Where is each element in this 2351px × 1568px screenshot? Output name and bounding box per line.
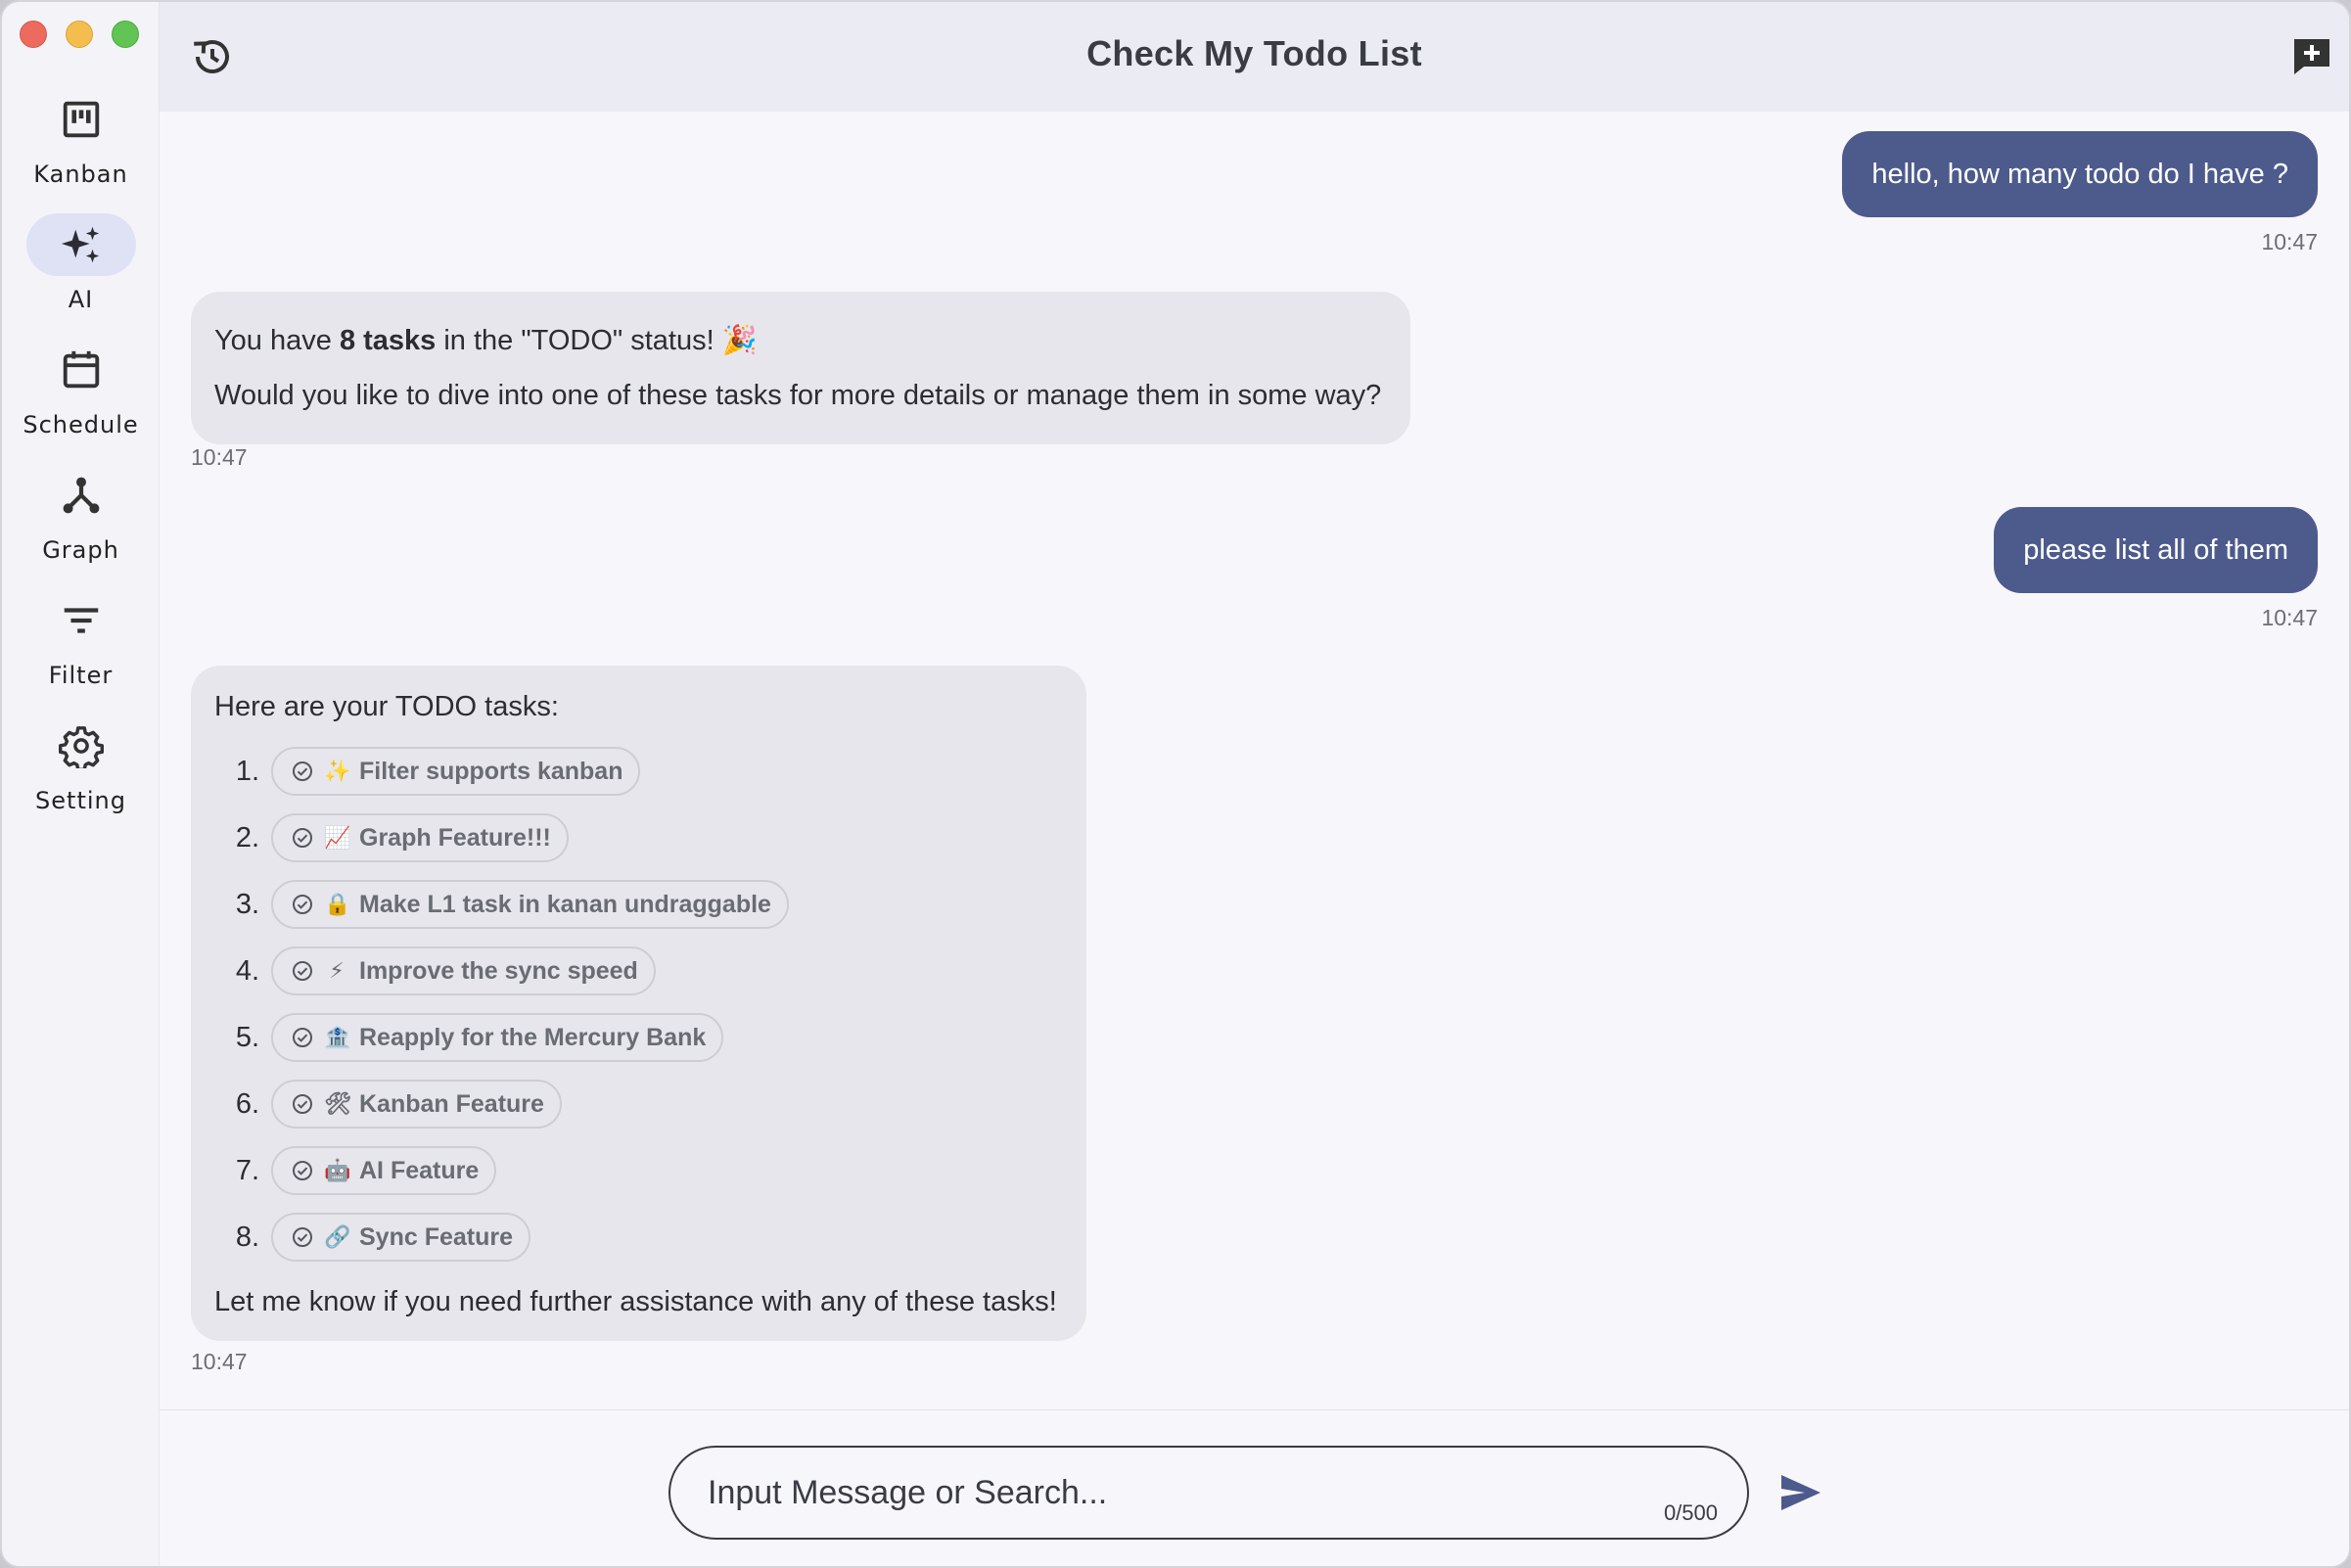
ai-text: in the "TODO" status! 🎉: [436, 325, 758, 356]
ai-bold-text: 8 tasks: [339, 325, 437, 356]
check-circle-icon: [293, 761, 312, 781]
composer: 0/500: [160, 1409, 2349, 1566]
ai-message-intro: Here are your TODO tasks:: [214, 691, 559, 722]
check-circle-icon: [293, 895, 312, 914]
chat-thread: hello, how many todo do I have ? 10:47 Y…: [160, 112, 2349, 1409]
task-chip[interactable]: 🏦 Reapply for the Mercury Bank: [271, 1013, 724, 1062]
task-label: Filter supports kanban: [359, 757, 623, 785]
task-emoji: 📈: [324, 825, 351, 851]
minimize-window-button[interactable]: [66, 21, 93, 48]
task-chip[interactable]: 🤖 AI Feature: [271, 1146, 497, 1195]
task-chip[interactable]: 🔒 Make L1 task in kanan undraggable: [271, 880, 789, 929]
task-emoji: 🛠: [324, 1091, 351, 1117]
task-label: Sync Feature: [359, 1222, 514, 1251]
task-label: Make L1 task in kanan undraggable: [359, 890, 771, 918]
sidebar-item-label: Schedule: [23, 411, 139, 438]
sidebar-item-label: Kanban: [33, 161, 128, 188]
message-timestamp: 10:47: [2261, 229, 2318, 254]
task-list-item: 8. 🔗 Sync Feature: [214, 1204, 1057, 1270]
app-window: Kanban AI Schedule Graph Filter Setting …: [0, 0, 2351, 1568]
task-list: 1. ✨ Filter supports kanban 2. 📈 Graph Featur…: [214, 738, 1057, 1270]
task-emoji: 🔗: [324, 1224, 351, 1250]
close-window-button[interactable]: [20, 21, 47, 48]
new-chat-icon[interactable]: [2288, 33, 2335, 80]
sidebar-item-filter[interactable]: Filter: [2, 589, 160, 715]
ai-message-line: You have 8 tasks in the "TODO" status! 🎉: [214, 313, 1381, 368]
task-chip[interactable]: 🔗 Sync Feature: [271, 1213, 531, 1262]
ai-message-outro: Let me know if you need further assistan…: [214, 1286, 1057, 1317]
task-chip[interactable]: ⚡ Improve the sync speed: [271, 946, 656, 995]
calendar-icon: [26, 339, 136, 401]
sidebar-nav: Kanban AI Schedule Graph Filter Setting: [2, 88, 160, 840]
filter-icon: [26, 589, 136, 652]
sidebar-item-schedule[interactable]: Schedule: [2, 339, 160, 464]
sidebar-item-graph[interactable]: Graph: [2, 464, 160, 589]
task-list-item: 1. ✨ Filter supports kanban: [214, 738, 1057, 805]
task-number: 3.: [235, 888, 259, 920]
ai-text: You have: [214, 325, 340, 356]
send-icon[interactable]: [1776, 1469, 1825, 1516]
task-number: 7.: [235, 1154, 259, 1186]
task-emoji: ⚡: [329, 958, 345, 984]
maximize-window-button[interactable]: [112, 21, 139, 48]
task-chip[interactable]: ✨ Filter supports kanban: [271, 747, 641, 796]
check-circle-icon: [293, 1094, 312, 1114]
sidebar-item-ai[interactable]: AI: [2, 213, 160, 339]
task-number: 8.: [235, 1221, 259, 1253]
task-label: Improve the sync speed: [359, 956, 638, 985]
sidebar-item-label: Graph: [42, 536, 119, 564]
check-circle-icon: [293, 1227, 312, 1247]
char-counter: 0/500: [1663, 1500, 1718, 1525]
window-controls: [20, 21, 139, 48]
task-number: 4.: [235, 954, 259, 987]
sidebar-item-label: Filter: [48, 662, 114, 689]
chat-header: Check My Todo List: [160, 2, 2349, 112]
task-label: Kanban Feature: [359, 1089, 544, 1118]
task-emoji: ✨: [324, 759, 351, 784]
task-emoji: 🔒: [324, 892, 351, 917]
task-chip[interactable]: 🛠 Kanban Feature: [271, 1080, 562, 1129]
sidebar-item-kanban[interactable]: Kanban: [2, 88, 160, 213]
task-number: 6.: [235, 1087, 259, 1120]
task-chip[interactable]: 📈 Graph Feature!!!: [271, 813, 569, 862]
task-number: 5.: [235, 1021, 259, 1053]
check-circle-icon: [293, 1161, 312, 1180]
task-list-item: 4. ⚡ Improve the sync speed: [214, 938, 1057, 1004]
graph-icon: [26, 464, 136, 527]
user-message-bubble: hello, how many todo do I have ?: [1842, 131, 2318, 217]
ai-message-bubble: Here are your TODO tasks: 1. ✨ Filter supp…: [191, 666, 1086, 1341]
message-timestamp: 10:47: [2261, 605, 2318, 630]
ai-message-bubble: You have 8 tasks in the "TODO" status! 🎉…: [191, 292, 1411, 444]
check-circle-icon: [293, 1028, 312, 1047]
page-title: Check My Todo List: [1086, 33, 1422, 73]
check-circle-icon: [293, 828, 312, 848]
task-label: Graph Feature!!!: [359, 823, 551, 852]
user-message-bubble: please list all of them: [1994, 507, 2318, 593]
sidebar-item-label: AI: [68, 286, 94, 313]
message-input[interactable]: [708, 1448, 1647, 1538]
kanban-icon: [26, 88, 136, 151]
task-list-item: 3. 🔒 Make L1 task in kanan undraggable: [214, 871, 1057, 938]
sidebar: Kanban AI Schedule Graph Filter Setting: [2, 2, 160, 1566]
task-list-item: 7. 🤖 AI Feature: [214, 1137, 1057, 1204]
check-circle-icon: [293, 961, 312, 981]
sparkles-icon: [25, 213, 136, 276]
task-emoji: 🤖: [324, 1158, 351, 1183]
message-timestamp: 10:47: [191, 1349, 248, 1374]
task-emoji: 🏦: [324, 1025, 351, 1050]
message-timestamp: 10:47: [191, 444, 248, 470]
sidebar-item-label: Setting: [35, 787, 126, 814]
task-number: 1.: [235, 755, 259, 787]
sidebar-item-setting[interactable]: Setting: [2, 715, 160, 840]
task-label: Reapply for the Mercury Bank: [359, 1023, 707, 1051]
message-input-box: 0/500: [668, 1446, 1749, 1540]
task-label: AI Feature: [359, 1156, 480, 1184]
ai-message-line: Would you like to dive into one of these…: [214, 380, 1382, 411]
task-list-item: 2. 📈 Graph Feature!!!: [214, 805, 1057, 871]
task-list-item: 6. 🛠 Kanban Feature: [214, 1071, 1057, 1137]
task-list-item: 5. 🏦 Reapply for the Mercury Bank: [214, 1004, 1057, 1071]
task-number: 2.: [235, 821, 259, 853]
gear-icon: [26, 715, 136, 777]
